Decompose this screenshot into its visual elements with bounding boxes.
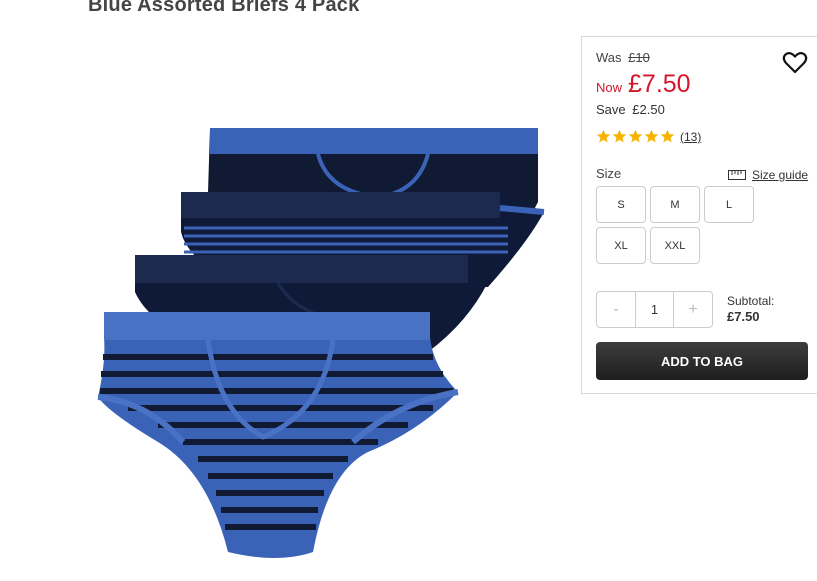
was-value: £10: [628, 50, 650, 65]
was-label: Was: [596, 50, 622, 65]
star-icon: [644, 129, 659, 143]
save-label: Save: [596, 102, 626, 117]
brief-front: [97, 312, 459, 558]
product-image: [97, 128, 545, 558]
size-option-xxl[interactable]: XXL: [650, 227, 700, 264]
size-label: Size: [596, 166, 622, 181]
now-price: Now £7.50: [596, 70, 691, 99]
now-label: Now: [596, 80, 623, 95]
ruler-icon: [728, 170, 746, 180]
size-guide-link[interactable]: Size guide: [728, 168, 808, 182]
size-option-l[interactable]: L: [704, 186, 754, 223]
save-amount: Save £2.50: [596, 102, 665, 117]
size-option-s[interactable]: S: [596, 186, 646, 223]
subtotal-amount: £7.50: [727, 309, 760, 324]
rating-stars: [596, 129, 675, 144]
add-to-bag-button[interactable]: ADD TO BAG: [596, 342, 808, 380]
quantity-increase-button[interactable]: +: [674, 292, 712, 327]
was-price: Was £10: [596, 50, 650, 65]
heart-icon[interactable]: [782, 51, 808, 75]
star-icon: [628, 129, 643, 143]
star-icon: [596, 129, 611, 143]
review-count-link[interactable]: (13): [680, 130, 701, 144]
quantity-decrease-button[interactable]: -: [597, 292, 635, 327]
size-guide-label: Size guide: [752, 168, 809, 182]
size-option-xl[interactable]: XL: [596, 227, 646, 264]
product-title: Blue Assorted Briefs 4 Pack: [88, 0, 360, 16]
subtotal-label: Subtotal:: [727, 294, 775, 308]
size-option-m[interactable]: M: [650, 186, 700, 223]
rating: (13): [596, 129, 701, 144]
star-icon: [612, 129, 627, 143]
subtotal: Subtotal: £7.50: [727, 293, 774, 325]
quantity-stepper: - 1 +: [596, 291, 713, 328]
size-options: S M L XL XXL: [596, 186, 766, 264]
save-value: £2.50: [632, 102, 665, 117]
purchase-panel: Was £10 Now £7.50 Save £2.50 (13) Size S…: [581, 36, 817, 394]
star-icon: [660, 129, 675, 143]
quantity-input[interactable]: 1: [635, 292, 674, 327]
now-value: £7.50: [628, 70, 691, 98]
